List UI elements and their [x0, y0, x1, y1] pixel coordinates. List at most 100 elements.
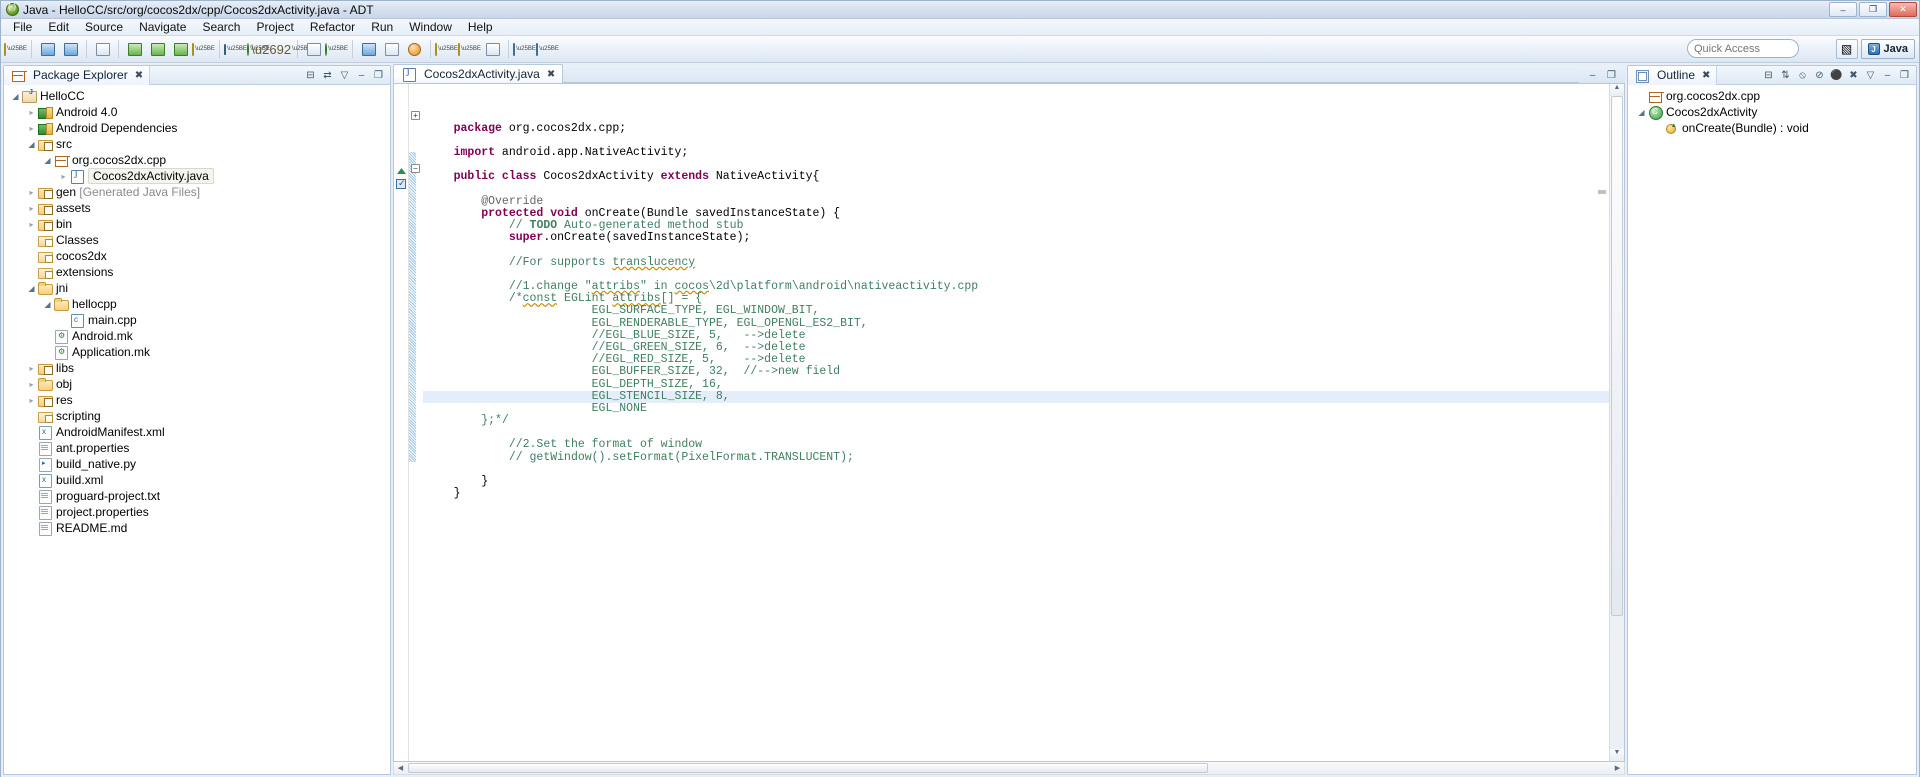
editor-vertical-scrollbar[interactable]: ▲ ▼ [1609, 84, 1624, 761]
expand-arrow-icon[interactable] [26, 396, 37, 405]
tree-item[interactable]: HelloCC [4, 88, 390, 104]
tree-item[interactable]: cocos2dx [4, 248, 390, 264]
collapse-arrow-icon[interactable] [42, 156, 53, 165]
close-icon[interactable]: ✖ [547, 69, 555, 80]
next-annotation-button[interactable]: \u25BE [435, 39, 458, 60]
close-icon[interactable]: ✖ [1702, 70, 1710, 81]
code-line[interactable] [423, 464, 1609, 476]
menu-project[interactable]: Project [248, 19, 301, 35]
menu-search[interactable]: Search [194, 19, 248, 35]
tab-cocos2dxactivity-java[interactable]: Cocos2dxActivity.java ✖ [393, 64, 564, 83]
editor-horizontal-scrollbar[interactable]: ◀ ▶ [393, 762, 1625, 775]
last-edit-location-button[interactable] [482, 39, 503, 60]
scroll-up-arrow-icon[interactable]: ▲ [1610, 84, 1624, 96]
perspective-tab-java[interactable]: J Java [1860, 39, 1915, 59]
tree-item[interactable]: build_native.py [4, 456, 390, 472]
link-with-editor-icon[interactable]: ⇄ [320, 68, 335, 83]
code-line[interactable]: package org.cocos2dx.cpp; [423, 122, 1609, 135]
tree-item[interactable]: README.md [4, 520, 390, 536]
expand-arrow-icon[interactable] [26, 380, 37, 389]
expand-imports-icon[interactable]: + [411, 111, 420, 120]
collapse-arrow-icon[interactable] [42, 300, 53, 309]
print-button[interactable] [92, 39, 113, 60]
new-package-button[interactable] [303, 39, 324, 60]
close-icon[interactable]: ✖ [135, 70, 143, 81]
tree-item[interactable]: Classes [4, 232, 390, 248]
expand-arrow-icon[interactable] [58, 172, 69, 181]
maximize-icon[interactable]: ❐ [1604, 68, 1619, 83]
tree-item[interactable]: project.properties [4, 504, 390, 520]
expand-arrow-icon[interactable] [26, 124, 37, 133]
outline-item[interactable]: Cocos2dxActivity [1628, 104, 1916, 120]
maximize-window-button[interactable]: ❐ [1859, 2, 1887, 17]
hide-static-icon[interactable]: ⊘ [1812, 68, 1827, 83]
menu-file[interactable]: File [5, 19, 40, 35]
open-perspective-button[interactable]: ▧ [1835, 39, 1858, 59]
expand-arrow-icon[interactable] [26, 188, 37, 197]
maximize-icon[interactable]: ❐ [371, 68, 386, 83]
tree-item[interactable]: obj [4, 376, 390, 392]
hide-non-public-icon[interactable]: ⚫ [1829, 68, 1844, 83]
tree-item[interactable]: org.cocos2dx.cpp [4, 152, 390, 168]
quick-access-input[interactable] [1687, 39, 1799, 58]
open-type-button[interactable] [358, 39, 379, 60]
tree-item[interactable]: ant.properties [4, 440, 390, 456]
menu-window[interactable]: Window [401, 19, 460, 35]
scroll-right-arrow-icon[interactable]: ▶ [1611, 764, 1624, 772]
menu-refactor[interactable]: Refactor [302, 19, 363, 35]
minimize-icon[interactable]: – [354, 68, 369, 83]
maximize-icon[interactable]: ❐ [1897, 68, 1912, 83]
code-line[interactable]: };*/ [423, 415, 1609, 427]
sdk-manager-button[interactable] [147, 39, 168, 60]
menu-edit[interactable]: Edit [40, 19, 77, 35]
scroll-left-arrow-icon[interactable]: ◀ [394, 764, 407, 772]
minimize-icon[interactable]: – [1880, 68, 1895, 83]
expand-arrow-icon[interactable] [26, 108, 37, 117]
previous-annotation-button[interactable]: \u25BE [458, 39, 481, 60]
collapse-arrow-icon[interactable] [1636, 108, 1647, 117]
collapse-method-icon[interactable]: − [411, 164, 420, 173]
close-window-button[interactable]: ✕ [1889, 2, 1917, 17]
tree-item[interactable]: proguard-project.txt [4, 488, 390, 504]
tree-item[interactable]: bin [4, 216, 390, 232]
collapse-arrow-icon[interactable] [10, 92, 21, 101]
project-tree[interactable]: HelloCC Android 4.0 Android Dependencies sr… [4, 85, 390, 536]
code-line[interactable]: super.onCreate(savedInstanceState); [423, 232, 1609, 244]
collapse-all-icon[interactable]: ⊟ [303, 68, 318, 83]
mark-occurrences-button[interactable] [381, 39, 402, 60]
tree-item[interactable]: Android Dependencies [4, 120, 390, 136]
tree-item[interactable]: libs [4, 360, 390, 376]
new-wizard-button[interactable]: \u25BE [4, 39, 27, 60]
menu-navigate[interactable]: Navigate [131, 19, 194, 35]
expand-arrow-icon[interactable] [26, 220, 37, 229]
collapse-arrow-icon[interactable] [26, 284, 37, 293]
menu-help[interactable]: Help [460, 19, 501, 35]
tree-item[interactable]: hellocpp [4, 296, 390, 312]
tree-item[interactable]: Android 4.0 [4, 104, 390, 120]
annotation-marker-occurrence[interactable] [397, 168, 406, 174]
view-menu-icon[interactable]: ▽ [1863, 68, 1878, 83]
tree-item[interactable]: scripting [4, 408, 390, 424]
back-button[interactable]: \u25BE [513, 39, 536, 60]
tree-item[interactable]: AndroidManifest.xml [4, 424, 390, 440]
hide-local-types-icon[interactable]: ✖ [1846, 68, 1861, 83]
tab-package-explorer[interactable]: Package Explorer ✖ [4, 65, 151, 85]
annotation-marker-todo[interactable] [396, 178, 406, 189]
external-tools-button[interactable]: \u2692 \u25BE [251, 39, 311, 60]
collapse-arrow-icon[interactable] [26, 140, 37, 149]
hide-fields-icon[interactable]: ⦸ [1795, 68, 1810, 83]
expand-arrow-icon[interactable] [26, 364, 37, 373]
code-line[interactable]: } [423, 475, 1609, 488]
outline-tree[interactable]: org.cocos2dx.cpp Cocos2dxActivity onCreate… [1628, 85, 1916, 136]
code-line[interactable]: //For supports translucency [423, 256, 1609, 269]
tree-item[interactable]: Application.mk [4, 344, 390, 360]
code-line[interactable]: EGL_NONE [423, 402, 1609, 415]
menu-run[interactable]: Run [363, 19, 401, 35]
tab-outline[interactable]: Outline ✖ [1628, 65, 1718, 85]
new-class-button[interactable]: \u25BE [325, 39, 348, 60]
tree-item[interactable]: build.xml [4, 472, 390, 488]
outline-item[interactable]: org.cocos2dx.cpp [1628, 88, 1916, 104]
avd-manager-button[interactable] [170, 39, 191, 60]
save-all-button[interactable] [60, 39, 81, 60]
outline-item[interactable]: onCreate(Bundle) : void [1628, 120, 1916, 136]
